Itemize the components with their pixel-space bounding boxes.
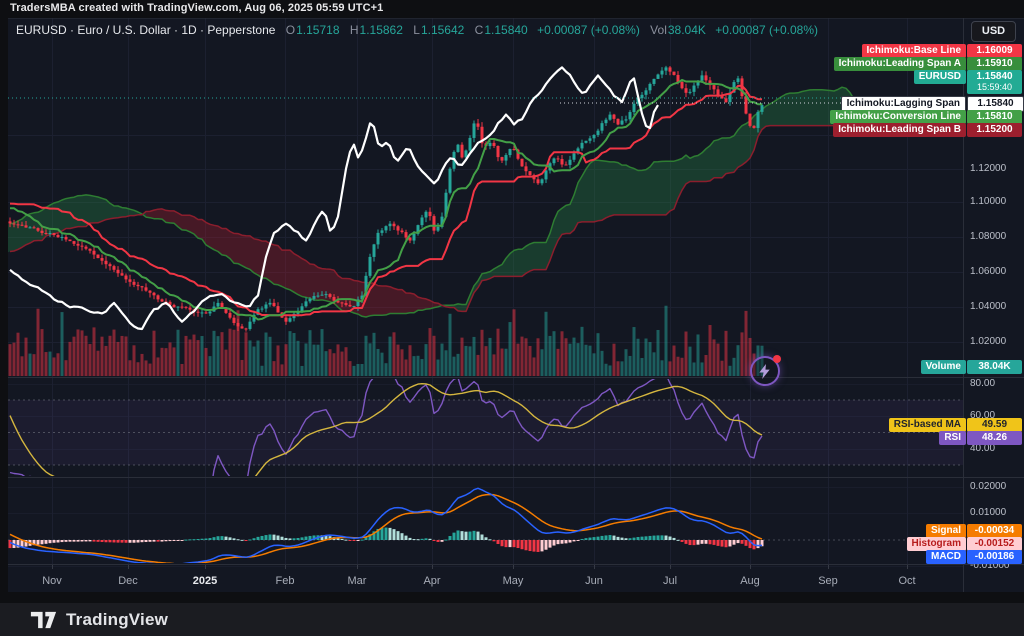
low-label: L — [413, 23, 420, 37]
label-macd-histogram-value[interactable]: -0.00152 — [967, 537, 1022, 551]
rsi-scale-tick: 80.00 — [970, 378, 995, 389]
volume-value: 38.04K — [668, 23, 706, 37]
label-rsi-based-ma-name[interactable]: RSI-based MA — [889, 418, 966, 432]
symbol-info-bar: EURUSD · Euro / U.S. Dollar · 1D · Peppe… — [16, 23, 818, 37]
time-axis-label: 2025 — [183, 575, 227, 587]
label-macd-signal-value[interactable]: -0.00034 — [967, 524, 1022, 538]
label-ichimoku-base-line-value[interactable]: 1.16009 — [967, 44, 1022, 58]
label-ichimoku-conversion-line-value[interactable]: 1.15810 — [967, 110, 1022, 124]
lightning-bolt-glyph — [759, 364, 771, 379]
price-scale-tick: 1.02000 — [970, 336, 1006, 347]
time-axis-label: Jun — [572, 575, 616, 587]
countdown-timer: 15:59:40 — [967, 82, 1022, 92]
time-axis-label: May — [491, 575, 535, 587]
macd-scale-tick: 0.02000 — [970, 481, 1006, 492]
price-scale-tick: 1.04000 — [970, 301, 1006, 312]
price-scale-tick: 1.08000 — [970, 231, 1006, 242]
label-rsi-name[interactable]: RSI — [939, 431, 966, 445]
tradingview-logo-icon[interactable] — [30, 609, 57, 631]
label-macd-name[interactable]: MACD — [926, 550, 966, 564]
open-value: 1.15718 — [296, 23, 339, 37]
high-label: H — [350, 23, 359, 37]
label-ichimoku-leading-span-b-value[interactable]: 1.15200 — [967, 123, 1022, 137]
time-axis-label: Oct — [885, 575, 929, 587]
tradingview-logo-text[interactable]: TradingView — [66, 610, 168, 630]
label-rsi-value[interactable]: 48.26 — [967, 431, 1022, 445]
time-axis-label: Nov — [30, 575, 74, 587]
tradingview-chart-window: TradersMBA created with TradingView.com,… — [0, 0, 1024, 636]
label-rsi-based-ma-value[interactable]: 49.59 — [967, 418, 1022, 432]
price-scale-tick: 1.10000 — [970, 196, 1006, 207]
label-ichimoku-leading-span-a-value[interactable]: 1.15910 — [967, 57, 1022, 71]
open-label: O — [286, 23, 295, 37]
label-macd-value[interactable]: -0.00186 — [967, 550, 1022, 564]
close-value: 1.15840 — [484, 23, 527, 37]
label-macd-signal-name[interactable]: Signal — [926, 524, 966, 538]
label-ichimoku-base-line-name[interactable]: Ichimoku:Base Line — [862, 44, 966, 58]
label-eurusd-price-value[interactable]: 1.1584015:59:40 — [967, 70, 1022, 94]
time-axis-label: Sep — [806, 575, 850, 587]
change-value: +0.00087 (+0.08%) — [537, 23, 640, 37]
time-axis-label: Dec — [106, 575, 150, 587]
time-axis-label: Feb — [263, 575, 307, 587]
quick-trade-bolt-icon[interactable] — [750, 356, 780, 386]
high-value: 1.15862 — [360, 23, 403, 37]
label-macd-histogram-name[interactable]: Histogram — [907, 537, 966, 551]
label-volume-name[interactable]: Volume — [921, 360, 966, 374]
close-label: C — [475, 23, 484, 37]
time-axis-label: Jul — [648, 575, 692, 587]
volume-change-value: +0.00087 (+0.08%) — [715, 23, 818, 37]
symbol-title[interactable]: EURUSD · Euro / U.S. Dollar · 1D · Peppe… — [16, 23, 275, 37]
label-ichimoku-conversion-line-name[interactable]: Ichimoku:Conversion Line — [830, 110, 966, 124]
macd-scale-tick: 0.01000 — [970, 507, 1006, 518]
price-scale-tick: 1.06000 — [970, 266, 1006, 277]
low-value: 1.15642 — [421, 23, 464, 37]
time-axis-label: Apr — [410, 575, 454, 587]
notification-dot — [773, 355, 781, 363]
currency-toggle-button[interactable]: USD — [971, 21, 1016, 42]
volume-label: Vol — [650, 23, 667, 37]
footer-bar: TradingView — [0, 603, 1024, 636]
price-scale-tick: 1.12000 — [970, 163, 1006, 174]
label-ichimoku-leading-span-a-name[interactable]: Ichimoku:Leading Span A — [834, 57, 966, 71]
time-axis-label: Aug — [728, 575, 772, 587]
label-ichimoku-leading-span-b-name[interactable]: Ichimoku:Leading Span B — [833, 123, 966, 137]
time-axis-label: Mar — [335, 575, 379, 587]
label-volume-value[interactable]: 38.04K — [967, 360, 1022, 374]
label-eurusd-price-name[interactable]: EURUSD — [914, 70, 966, 84]
